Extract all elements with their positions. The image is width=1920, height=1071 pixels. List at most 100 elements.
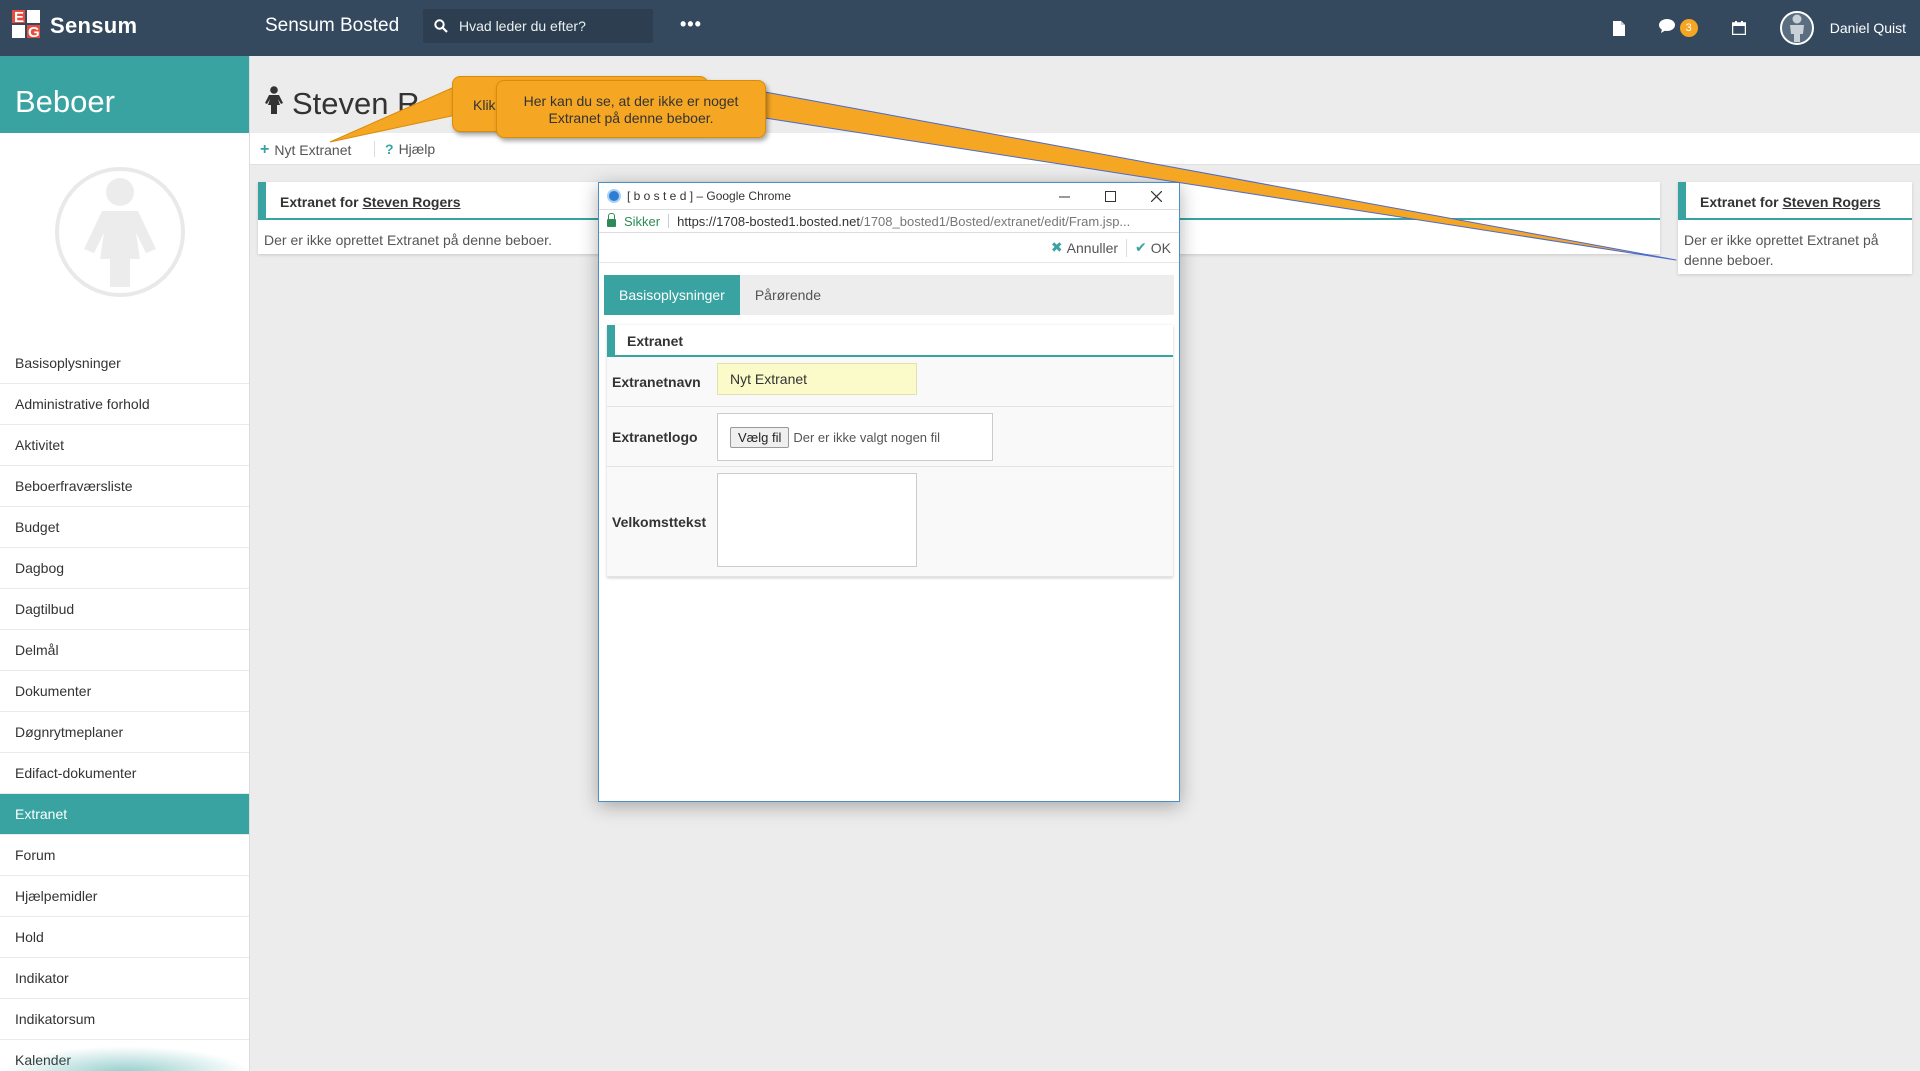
sidebar-item[interactable]: Budget: [0, 507, 249, 548]
extranet-panel-highlight: Extranet for Steven Rogers Der er ikke o…: [1678, 182, 1912, 274]
sidebar-item[interactable]: Delmål: [0, 630, 249, 671]
chrome-icon: [607, 189, 621, 203]
sidebar-item[interactable]: Forum: [0, 835, 249, 876]
sidebar-item[interactable]: Edifact-dokumenter: [0, 753, 249, 794]
callout-click-text: Klik: [473, 97, 496, 113]
sidebar-item[interactable]: Indikatorsum: [0, 999, 249, 1040]
popup-tabs: Basisoplysninger Pårørende: [604, 275, 1174, 315]
url-divider: [668, 214, 670, 228]
chat-bubble-icon: [1658, 19, 1675, 37]
popup-address-bar[interactable]: Sikker https://1708-bosted1.bosted.net/1…: [599, 209, 1179, 233]
popup-tab[interactable]: Pårørende: [740, 275, 836, 315]
minimize-icon[interactable]: [1041, 183, 1087, 209]
file-status: Der er ikke valgt nogen fil: [793, 429, 941, 445]
document-icon[interactable]: [1612, 20, 1625, 36]
message-count-badge: 3: [1679, 19, 1698, 37]
x-icon: ✖: [1050, 239, 1063, 255]
ok-label: OK: [1150, 239, 1171, 256]
sidebar-item[interactable]: Indikator: [0, 958, 249, 999]
logo[interactable]: E G Sensum: [12, 10, 137, 42]
extranet-name-field: [717, 357, 917, 406]
user-name[interactable]: Daniel Quist: [1830, 20, 1906, 36]
new-extranet-label: Nyt Extranet: [274, 142, 352, 158]
maximize-icon[interactable]: [1087, 183, 1133, 209]
resident-icon: [264, 86, 284, 122]
welcome-text-field: [717, 467, 917, 576]
sidebar-scroll-glow: [0, 1046, 249, 1071]
callout-no-extranet: Her kan du se, at der ikke er noget Extr…: [496, 80, 766, 138]
cancel-label: Annuller: [1066, 239, 1119, 256]
resident-avatar: [55, 167, 185, 297]
sidebar-item[interactable]: Beboerfraværsliste: [0, 466, 249, 507]
logo-letter-e: E: [14, 9, 25, 26]
form-row-name: Extranetnavn: [607, 357, 1173, 407]
plus-icon: +: [260, 141, 270, 158]
panel-title-prefix: Extranet for: [1700, 194, 1779, 210]
chrome-popup-window: [ b o s t e d ] – Google Chrome Sikker h…: [598, 182, 1180, 802]
sidebar-title: Beboer: [0, 56, 249, 133]
sidebar: Beboer Basisoplysninger Administrative fo…: [0, 56, 250, 1071]
calendar-icon[interactable]: [1731, 21, 1746, 35]
sidebar-item[interactable]: Aktivitet: [0, 425, 249, 466]
sidebar-item[interactable]: Dokumenter: [0, 671, 249, 712]
brand-name: Sensum: [50, 13, 138, 38]
choose-file-button[interactable]: Vælg fil: [730, 426, 790, 448]
search-input[interactable]: [459, 18, 639, 34]
lock-icon: [607, 213, 616, 227]
sidebar-item[interactable]: Hold: [0, 917, 249, 958]
sidebar-item[interactable]: Basisoplysninger: [0, 343, 249, 384]
sidebar-item[interactable]: Dagbog: [0, 548, 249, 589]
resident-name: Steven R: [292, 86, 420, 121]
more-menu-icon[interactable]: •••: [680, 14, 702, 35]
secure-label: Sikker: [624, 213, 661, 229]
extranet-name-input[interactable]: [717, 363, 917, 395]
sidebar-item[interactable]: Administrative forhold: [0, 384, 249, 425]
resident-link[interactable]: Steven Rogers: [362, 194, 460, 210]
help-label: Hjælp: [398, 141, 436, 157]
popup-window-title: [ b o s t e d ] – Google Chrome: [627, 189, 792, 203]
panel-header: Extranet for Steven Rogers: [1678, 182, 1912, 220]
url-host: https://1708-bosted1.bosted.net: [677, 213, 860, 229]
extranet-logo-field: Vælg fil Der er ikke valgt nogen fil: [717, 407, 993, 466]
sidebar-item[interactable]: Extranet: [0, 794, 249, 835]
ok-button[interactable]: ✔ OK: [1127, 239, 1179, 256]
popup-tab[interactable]: Basisoplysninger: [604, 275, 740, 315]
extranet-form: Extranet Extranetnavn Extranetlogo Vælg …: [607, 325, 1173, 577]
popup-titlebar[interactable]: [ b o s t e d ] – Google Chrome: [599, 183, 1179, 209]
welcome-text-label: Velkomsttekst: [612, 513, 707, 530]
question-icon: ?: [385, 141, 394, 157]
eg-logo-icon: E G: [12, 10, 40, 42]
close-icon[interactable]: [1133, 183, 1179, 209]
form-row-logo: Extranetlogo Vælg fil Der er ikke valgt …: [607, 407, 1173, 467]
app-title[interactable]: Sensum Bosted: [265, 15, 399, 37]
global-search: [423, 9, 653, 43]
help-button[interactable]: ? Hjælp: [374, 141, 435, 157]
panel-body: Der er ikke oprettet Extranet på denne b…: [1684, 232, 1879, 268]
logo-letter-g: G: [28, 24, 40, 41]
top-bar: E G Sensum Sensum Bosted ••• 3 Daniel Qu…: [0, 0, 1920, 56]
cancel-button[interactable]: ✖ Annuller: [1043, 239, 1126, 256]
sidebar-item[interactable]: Døgnrytmeplaner: [0, 712, 249, 753]
url-path: /1708_bosted1/Bosted/extranet/edit/Fram.…: [859, 213, 1131, 229]
sidebar-item[interactable]: Dagtilbud: [0, 589, 249, 630]
new-extranet-button[interactable]: + Nyt Extranet: [260, 141, 351, 159]
callout-no-extranet-text: Her kan du se, at der ikke er noget Extr…: [523, 93, 739, 126]
page-toolbar: + Nyt Extranet ? Hjælp: [250, 133, 1920, 165]
welcome-text-input[interactable]: [717, 473, 917, 567]
top-right-tools: 3 Daniel Quist: [1612, 0, 1920, 56]
form-row-welcome: Velkomsttekst: [607, 467, 1173, 577]
user-avatar[interactable]: [1779, 11, 1814, 45]
resident-link[interactable]: Steven Rogers: [1782, 194, 1880, 210]
extranet-name-label: Extranetnavn: [612, 373, 701, 390]
sidebar-item[interactable]: Hjælpemidler: [0, 876, 249, 917]
file-picker: Vælg fil Der er ikke valgt nogen fil: [717, 413, 993, 461]
form-title: Extranet: [607, 325, 1173, 357]
messages-button[interactable]: 3: [1658, 19, 1698, 37]
window-controls: [1041, 183, 1179, 209]
search-icon[interactable]: [423, 19, 459, 33]
check-icon: ✔: [1135, 239, 1147, 255]
popup-action-bar: ✖ Annuller ✔ OK: [599, 233, 1179, 263]
extranet-logo-label: Extranetlogo: [612, 428, 698, 445]
panel-title-prefix: Extranet for: [280, 194, 359, 210]
sidebar-menu: Basisoplysninger Administrative forhold Ak…: [0, 343, 249, 1071]
